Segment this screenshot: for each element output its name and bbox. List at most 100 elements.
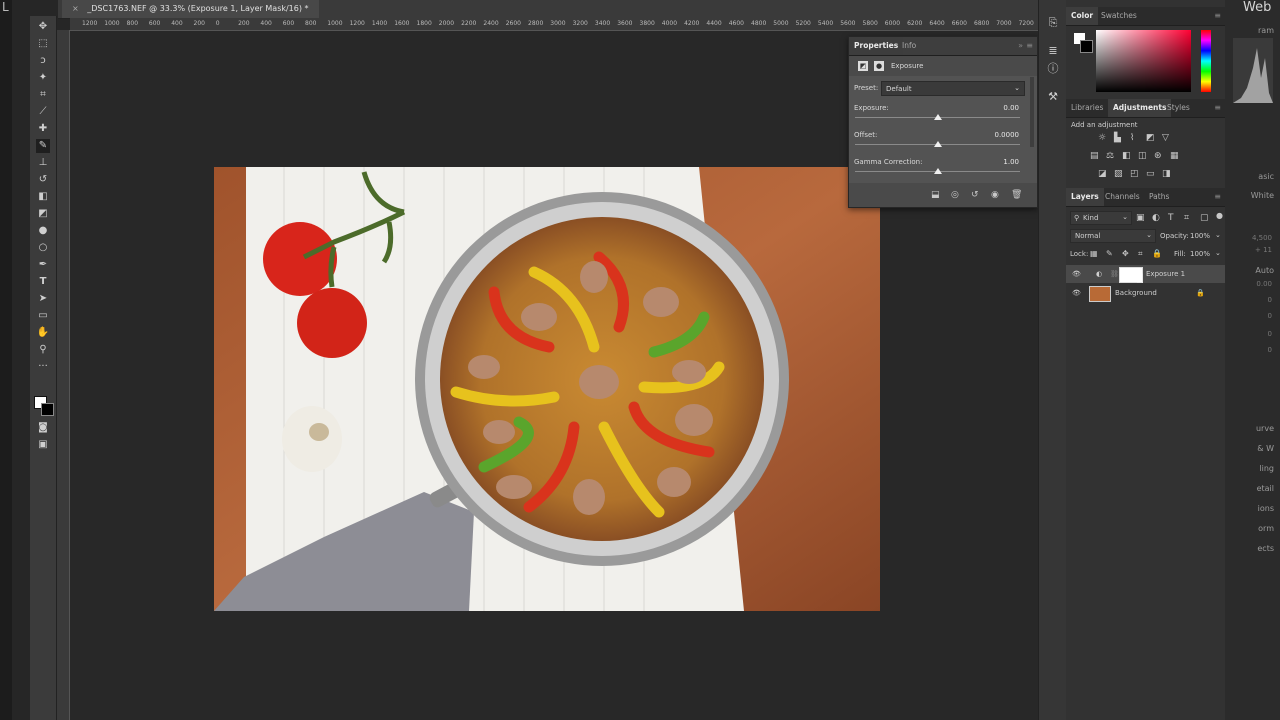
slider-value[interactable]: 0.00 bbox=[1003, 104, 1019, 112]
chain-link-icon[interactable]: ⛓ bbox=[1110, 265, 1119, 283]
rectangle-tool-icon[interactable]: ▭ bbox=[36, 309, 50, 323]
chevron-down-icon[interactable]: ⌄ bbox=[1215, 231, 1221, 239]
lightroom-panel-label[interactable]: White bbox=[1251, 191, 1274, 200]
history-brush-tool-icon[interactable]: ↺ bbox=[36, 173, 50, 187]
reset-icon[interactable]: ↺ bbox=[971, 190, 979, 200]
magic-wand-tool-icon[interactable]: ✦ bbox=[36, 71, 50, 85]
filter-kind-dropdown[interactable]: ⚲ Kind ⌄ bbox=[1070, 211, 1132, 225]
close-icon[interactable]: × bbox=[72, 4, 79, 13]
adjustments-menu-icon[interactable]: ≡ bbox=[1214, 103, 1221, 112]
background-color-chip[interactable] bbox=[1080, 40, 1093, 53]
trash-icon[interactable]: 🗑 bbox=[1011, 190, 1022, 200]
tab-styles[interactable]: Styles bbox=[1162, 99, 1195, 117]
dodge-tool-icon[interactable]: ○ bbox=[36, 241, 50, 255]
slider-value[interactable]: 0.0000 bbox=[995, 131, 1020, 139]
tab-swatches[interactable]: Swatches bbox=[1096, 7, 1142, 25]
eraser-tool-icon[interactable]: ◧ bbox=[36, 190, 50, 204]
selective-color-icon[interactable]: ◨ bbox=[1162, 169, 1171, 179]
filter-type-icon[interactable]: T bbox=[1168, 213, 1174, 223]
filter-shape-icon[interactable]: ⌗ bbox=[1184, 213, 1189, 223]
layer-row-background[interactable]: 👁 Background 🔒 bbox=[1066, 284, 1225, 302]
tab-color[interactable]: Color bbox=[1066, 7, 1099, 25]
tab-info[interactable]: Info bbox=[897, 37, 921, 55]
lock-artboard-icon[interactable]: ⌗ bbox=[1138, 249, 1143, 259]
healing-brush-tool-icon[interactable]: ✚ bbox=[36, 122, 50, 136]
brightness-contrast-icon[interactable]: ☼ bbox=[1098, 133, 1106, 143]
lightroom-web-module[interactable]: Web bbox=[1243, 0, 1271, 15]
curves-icon[interactable]: ⌇ bbox=[1130, 133, 1134, 143]
opacity-value[interactable]: 100% bbox=[1190, 232, 1210, 240]
layer-row-exposure[interactable]: 👁 ◐ ⛓ Exposure 1 bbox=[1066, 265, 1225, 283]
lightroom-panel-label[interactable]: ions bbox=[1258, 504, 1274, 513]
info-icon[interactable]: ⓘ bbox=[1046, 62, 1060, 76]
tab-channels[interactable]: Channels bbox=[1100, 188, 1145, 206]
color-balance-icon[interactable]: ⚖ bbox=[1106, 151, 1114, 161]
path-selection-tool-icon[interactable]: ➤ bbox=[36, 292, 50, 306]
marquee-tool-icon[interactable]: ⬚ bbox=[36, 37, 50, 51]
filter-smart-object-icon[interactable]: ▢ bbox=[1200, 213, 1209, 223]
blur-tool-icon[interactable]: ● bbox=[36, 224, 50, 238]
lightroom-panel-label[interactable]: asic bbox=[1258, 172, 1274, 181]
history-icon[interactable]: ⎘ bbox=[1046, 16, 1060, 30]
posterize-icon[interactable]: ▨ bbox=[1114, 169, 1123, 179]
hand-tool-icon[interactable]: ✋ bbox=[36, 326, 50, 340]
color-lookup-icon[interactable]: ▦ bbox=[1170, 151, 1179, 161]
more-tools-icon[interactable]: ··· bbox=[36, 360, 50, 374]
hue-slider[interactable] bbox=[1201, 30, 1211, 92]
slider-value[interactable]: 1.00 bbox=[1003, 158, 1019, 166]
clip-to-layer-icon[interactable]: ⬓ bbox=[931, 190, 940, 200]
document-tab[interactable]: × _DSC1763.NEF @ 33.3% (Exposure 1, Laye… bbox=[62, 0, 319, 18]
preset-dropdown[interactable]: Default ⌄ bbox=[881, 81, 1025, 96]
lightroom-panel-label[interactable]: urve bbox=[1256, 424, 1274, 433]
tab-layers[interactable]: Layers bbox=[1066, 188, 1104, 206]
fill-value[interactable]: 100% bbox=[1190, 250, 1210, 258]
tab-libraries[interactable]: Libraries bbox=[1066, 99, 1108, 117]
type-tool-icon[interactable]: T bbox=[36, 275, 50, 289]
lightroom-panel-label[interactable]: ram bbox=[1258, 26, 1274, 35]
layers-menu-icon[interactable]: ≡ bbox=[1214, 192, 1221, 201]
visibility-eye-icon[interactable]: 👁 bbox=[1072, 265, 1081, 283]
tab-properties[interactable]: Properties bbox=[849, 37, 904, 55]
visibility-eye-icon[interactable]: 👁 bbox=[1072, 284, 1081, 302]
filter-toggle-icon[interactable]: ● bbox=[1216, 211, 1223, 221]
visibility-icon[interactable]: ◉ bbox=[991, 190, 999, 200]
crop-tool-icon[interactable]: ⌗ bbox=[36, 88, 50, 102]
collapse-icon[interactable]: » bbox=[1018, 41, 1023, 50]
photo-filter-icon[interactable]: ◫ bbox=[1138, 151, 1147, 161]
lasso-tool-icon[interactable]: ↄ bbox=[36, 54, 50, 68]
gradient-map-icon[interactable]: ▭ bbox=[1146, 169, 1155, 179]
filter-pixel-icon[interactable]: ▣ bbox=[1136, 213, 1145, 223]
vibrance-icon[interactable]: ▽ bbox=[1162, 133, 1169, 143]
lock-image-icon[interactable]: ✎ bbox=[1106, 249, 1113, 259]
blend-mode-dropdown[interactable]: Normal ⌄ bbox=[1070, 229, 1156, 243]
layer-mask-icon[interactable]: ● bbox=[874, 61, 884, 71]
color-field[interactable] bbox=[1096, 30, 1191, 92]
gradient-tool-icon[interactable]: ◩ bbox=[36, 207, 50, 221]
lightroom-panel-label[interactable]: orm bbox=[1258, 524, 1274, 533]
tab-paths[interactable]: Paths bbox=[1144, 188, 1174, 206]
view-previous-state-icon[interactable]: ◎ bbox=[951, 190, 959, 200]
filter-adjustment-icon[interactable]: ◐ bbox=[1152, 213, 1160, 223]
lock-all-icon[interactable]: 🔒 bbox=[1152, 249, 1162, 259]
brush-tool-icon[interactable]: ✎ bbox=[36, 139, 50, 153]
properties-icon[interactable]: ≣ bbox=[1046, 44, 1060, 58]
screen-mode-icon[interactable]: ▣ bbox=[36, 438, 50, 452]
invert-icon[interactable]: ◪ bbox=[1098, 169, 1107, 179]
clone-stamp-tool-icon[interactable]: ⊥ bbox=[36, 156, 50, 170]
pen-tool-icon[interactable]: ✒ bbox=[36, 258, 50, 272]
lightroom-panel-label[interactable]: & W bbox=[1257, 444, 1274, 453]
slider-thumb[interactable] bbox=[933, 141, 942, 147]
paella-photo[interactable] bbox=[214, 167, 880, 611]
move-tool-icon[interactable]: ✥ bbox=[36, 20, 50, 34]
hue-saturation-icon[interactable]: ▤ bbox=[1090, 151, 1099, 161]
background-color-swatch[interactable] bbox=[41, 403, 54, 416]
tool-presets-icon[interactable]: ⚒ bbox=[1046, 90, 1060, 104]
color-menu-icon[interactable]: ≡ bbox=[1214, 11, 1221, 20]
slider-thumb[interactable] bbox=[933, 114, 942, 120]
lightroom-panel-label[interactable]: Auto bbox=[1255, 266, 1274, 275]
exposure-icon[interactable]: ◩ bbox=[1146, 133, 1155, 143]
chevron-down-icon[interactable]: ⌄ bbox=[1215, 249, 1221, 257]
black-white-icon[interactable]: ◧ bbox=[1122, 151, 1131, 161]
zoom-tool-icon[interactable]: ⚲ bbox=[36, 343, 50, 357]
panel-menu-icon[interactable]: ≡ bbox=[1026, 41, 1033, 50]
